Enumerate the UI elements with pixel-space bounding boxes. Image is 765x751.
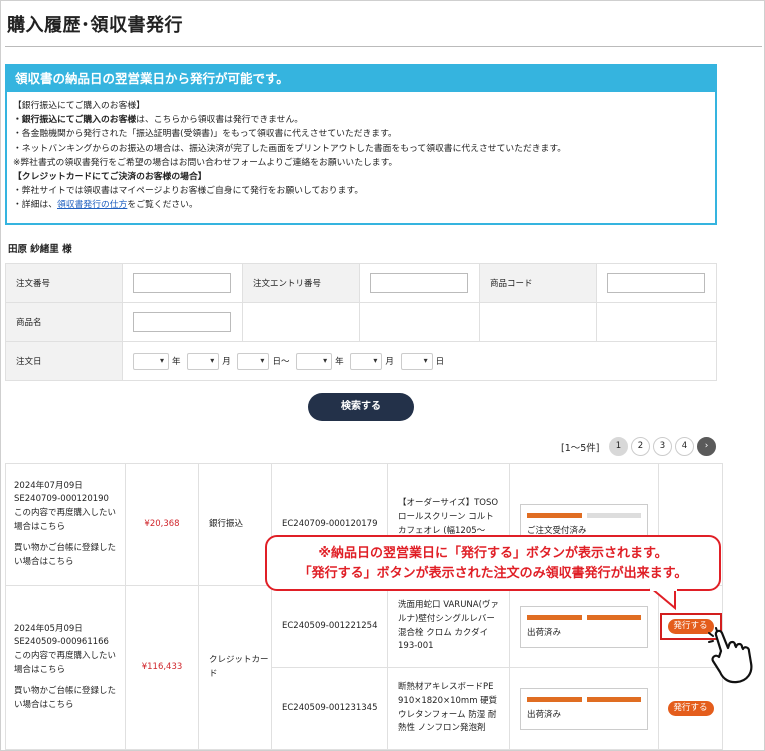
status-text: 出荷済み xyxy=(527,709,562,720)
callout-pointer xyxy=(649,588,677,610)
chevron-down-icon: ▾ xyxy=(260,355,265,365)
product-name-input[interactable] xyxy=(133,312,231,332)
year-unit: 年 xyxy=(335,357,344,367)
notice-line: ※弊社書式の領収書発行をご希望の場合はお問い合わせフォームよりご連絡をお願いいた… xyxy=(13,157,398,168)
product-name-label: 商品名 xyxy=(5,302,123,342)
page-1-button[interactable]: 1 xyxy=(609,437,628,456)
title-divider xyxy=(5,46,762,47)
orders-table: 2024年07月09日 SE240709-000120190 この内容で再度購入… xyxy=(5,463,723,750)
callout-line: 「発行する」ボタンが表示された注文のみ領収書発行が出来ます。 xyxy=(298,566,688,581)
page-frame: 購入履歴･領収書発行 領収書の納品日の翌営業日から発行が可能です。 【銀行振込に… xyxy=(0,0,765,751)
order-status: 出荷済み xyxy=(509,667,659,750)
pointing-hand-icon xyxy=(708,627,753,684)
notice-text: ・詳細は、 xyxy=(13,200,57,211)
chevron-down-icon: ▾ xyxy=(423,355,428,365)
from-day-select[interactable]: ▾ xyxy=(237,352,270,370)
month-unit: 月 xyxy=(222,357,231,367)
year-unit: 年 xyxy=(172,357,181,367)
order-number: SE240509-000961166 xyxy=(14,637,109,648)
buy-list-link[interactable]: 買い物かご台帳に登録したい場合はこちら xyxy=(14,542,117,569)
to-day-select[interactable]: ▾ xyxy=(400,352,433,370)
order-date: 2024年07月09日 xyxy=(14,480,83,491)
chevron-down-icon: ▾ xyxy=(159,355,164,365)
repurchase-link[interactable]: この内容で再度購入したい場合はこちら xyxy=(14,507,117,534)
notice-bold-text: ・銀行振込にてご購入のお客様 xyxy=(13,115,137,126)
repurchase-link[interactable]: この内容で再度購入したい場合はこちら xyxy=(14,650,117,677)
page-3-button[interactable]: 3 xyxy=(653,437,672,456)
next-page-icon[interactable]: › xyxy=(697,437,716,456)
callout-line: ※納品日の翌営業日に「発行する」ボタンが表示されます。 xyxy=(318,546,668,561)
status-box: 出荷済み xyxy=(520,605,648,648)
chevron-down-icon: ▾ xyxy=(323,355,328,365)
notice-text: は、こちらから領収書は発行できません。 xyxy=(136,115,304,126)
status-box: 出荷済み xyxy=(520,687,648,730)
page-2-button[interactable]: 2 xyxy=(631,437,650,456)
instruction-callout: ※納品日の翌営業日に「発行する」ボタンが表示されます。 「発行する」ボタンが表示… xyxy=(265,535,721,591)
to-year-select[interactable]: ▾ xyxy=(296,352,333,370)
product-code-input[interactable] xyxy=(607,273,705,293)
search-button[interactable]: 検索する xyxy=(308,393,414,421)
payment-method: 銀行振込 xyxy=(198,463,272,586)
notice-line: ・銀行振込にてご購入のお客様は、こちらから領収書は発行できません。 xyxy=(13,113,709,127)
order-number: SE240709-000120190 xyxy=(14,494,109,505)
from-month-select[interactable]: ▾ xyxy=(187,352,220,370)
from-year-select[interactable]: ▾ xyxy=(133,352,169,370)
notice-heading: 領収書の納品日の翌営業日から発行が可能です。 xyxy=(7,66,715,92)
status-text: 出荷済み xyxy=(527,627,562,638)
order-no-input[interactable] xyxy=(133,273,231,293)
chevron-down-icon: ▾ xyxy=(210,355,215,365)
payment-method: クレジットカード xyxy=(198,585,272,750)
month-unit: 月 xyxy=(385,357,394,367)
notice-line: ・詳細は、領収書発行の仕方をご覧ください。 xyxy=(13,198,709,212)
entry-no-input[interactable] xyxy=(370,273,468,293)
entry-no-label: 注文エントリ番号 xyxy=(242,263,360,303)
order-price: ¥116,433 xyxy=(125,585,199,750)
entry-number: EC240509-001231345 xyxy=(271,667,388,750)
notice-line: ・弊社サイトでは領収書はマイページよりお客様ご自身にて発行をお願いしております。 xyxy=(13,186,364,197)
progress-bar xyxy=(527,512,641,518)
table-row: 2024年05月09日 SE240509-000961166 この内容で再度購入… xyxy=(5,585,723,750)
notice-line: ・ネットバンキングからのお振込の場合は、振込決済が完了した画面をプリントアウトし… xyxy=(13,143,567,154)
order-date-label: 注文日 xyxy=(5,341,123,381)
notice-text: をご覧ください。 xyxy=(127,200,198,211)
day-unit: 日 xyxy=(435,357,445,367)
product-name: 断熱材アキレスボードPE 910×1820×10mm 硬質ウレタンフォーム 防湿… xyxy=(387,667,510,750)
order-date: 2024年05月09日 xyxy=(14,623,83,634)
order-no-label: 注文番号 xyxy=(5,263,123,303)
entry-number: EC240509-001221254 xyxy=(271,585,388,668)
order-price: ¥20,368 xyxy=(125,463,199,586)
page-4-button[interactable]: 4 xyxy=(675,437,694,456)
customer-name: 田原 紗緒里 様 xyxy=(8,244,72,255)
page-title: 購入履歴･領収書発行 xyxy=(7,15,183,36)
search-form: 注文番号 注文エントリ番号 商品コード 商品名 注文日 ▾ 年 ▾ 月 ▾ 日～ ▾ 年… xyxy=(5,263,717,381)
order-info: 2024年07月09日 SE240709-000120190 この内容で再度購入… xyxy=(5,463,126,586)
order-date-range: ▾ 年 ▾ 月 ▾ 日～ ▾ 年 ▾ 月 ▾ 日 xyxy=(122,341,717,381)
range-separator: 日～ xyxy=(272,357,290,367)
product-name: 洗面用蛇口 VARUNA(ヴァルナ)壁付シングルレバー混合栓 クロム カクダイ … xyxy=(387,585,510,668)
order-info: 2024年05月09日 SE240509-000961166 この内容で再度購入… xyxy=(5,585,126,750)
buy-list-link[interactable]: 買い物かご台帳に登録したい場合はこちら xyxy=(14,685,117,712)
receipt-notice: 領収書の納品日の翌営業日から発行が可能です。 【銀行振込にてご購入のお客様】 ・… xyxy=(5,64,717,225)
progress-bar xyxy=(527,614,641,620)
product-code-label: 商品コード xyxy=(479,263,597,303)
notice-line: ・各金融機関から発行された「振込証明書(受領書)」をもって領収書に代えさせていた… xyxy=(13,129,397,140)
chevron-down-icon: ▾ xyxy=(373,355,378,365)
progress-bar xyxy=(527,696,641,702)
order-status: 出荷済み xyxy=(509,585,659,668)
to-month-select[interactable]: ▾ xyxy=(350,352,383,370)
result-count: [1～5件] xyxy=(561,443,600,454)
notice-line: 【クレジットカードにてご決済のお客様の場合】 xyxy=(13,172,207,183)
receipt-howto-link[interactable]: 領収書発行の仕方 xyxy=(57,200,127,210)
issue-receipt-button[interactable]: 発行する xyxy=(667,701,714,716)
notice-line: 【銀行振込にてご購入のお客様】 xyxy=(13,101,145,111)
notice-body: 【銀行振込にてご購入のお客様】 ・銀行振込にてご購入のお客様は、こちらから領収書… xyxy=(7,92,715,213)
